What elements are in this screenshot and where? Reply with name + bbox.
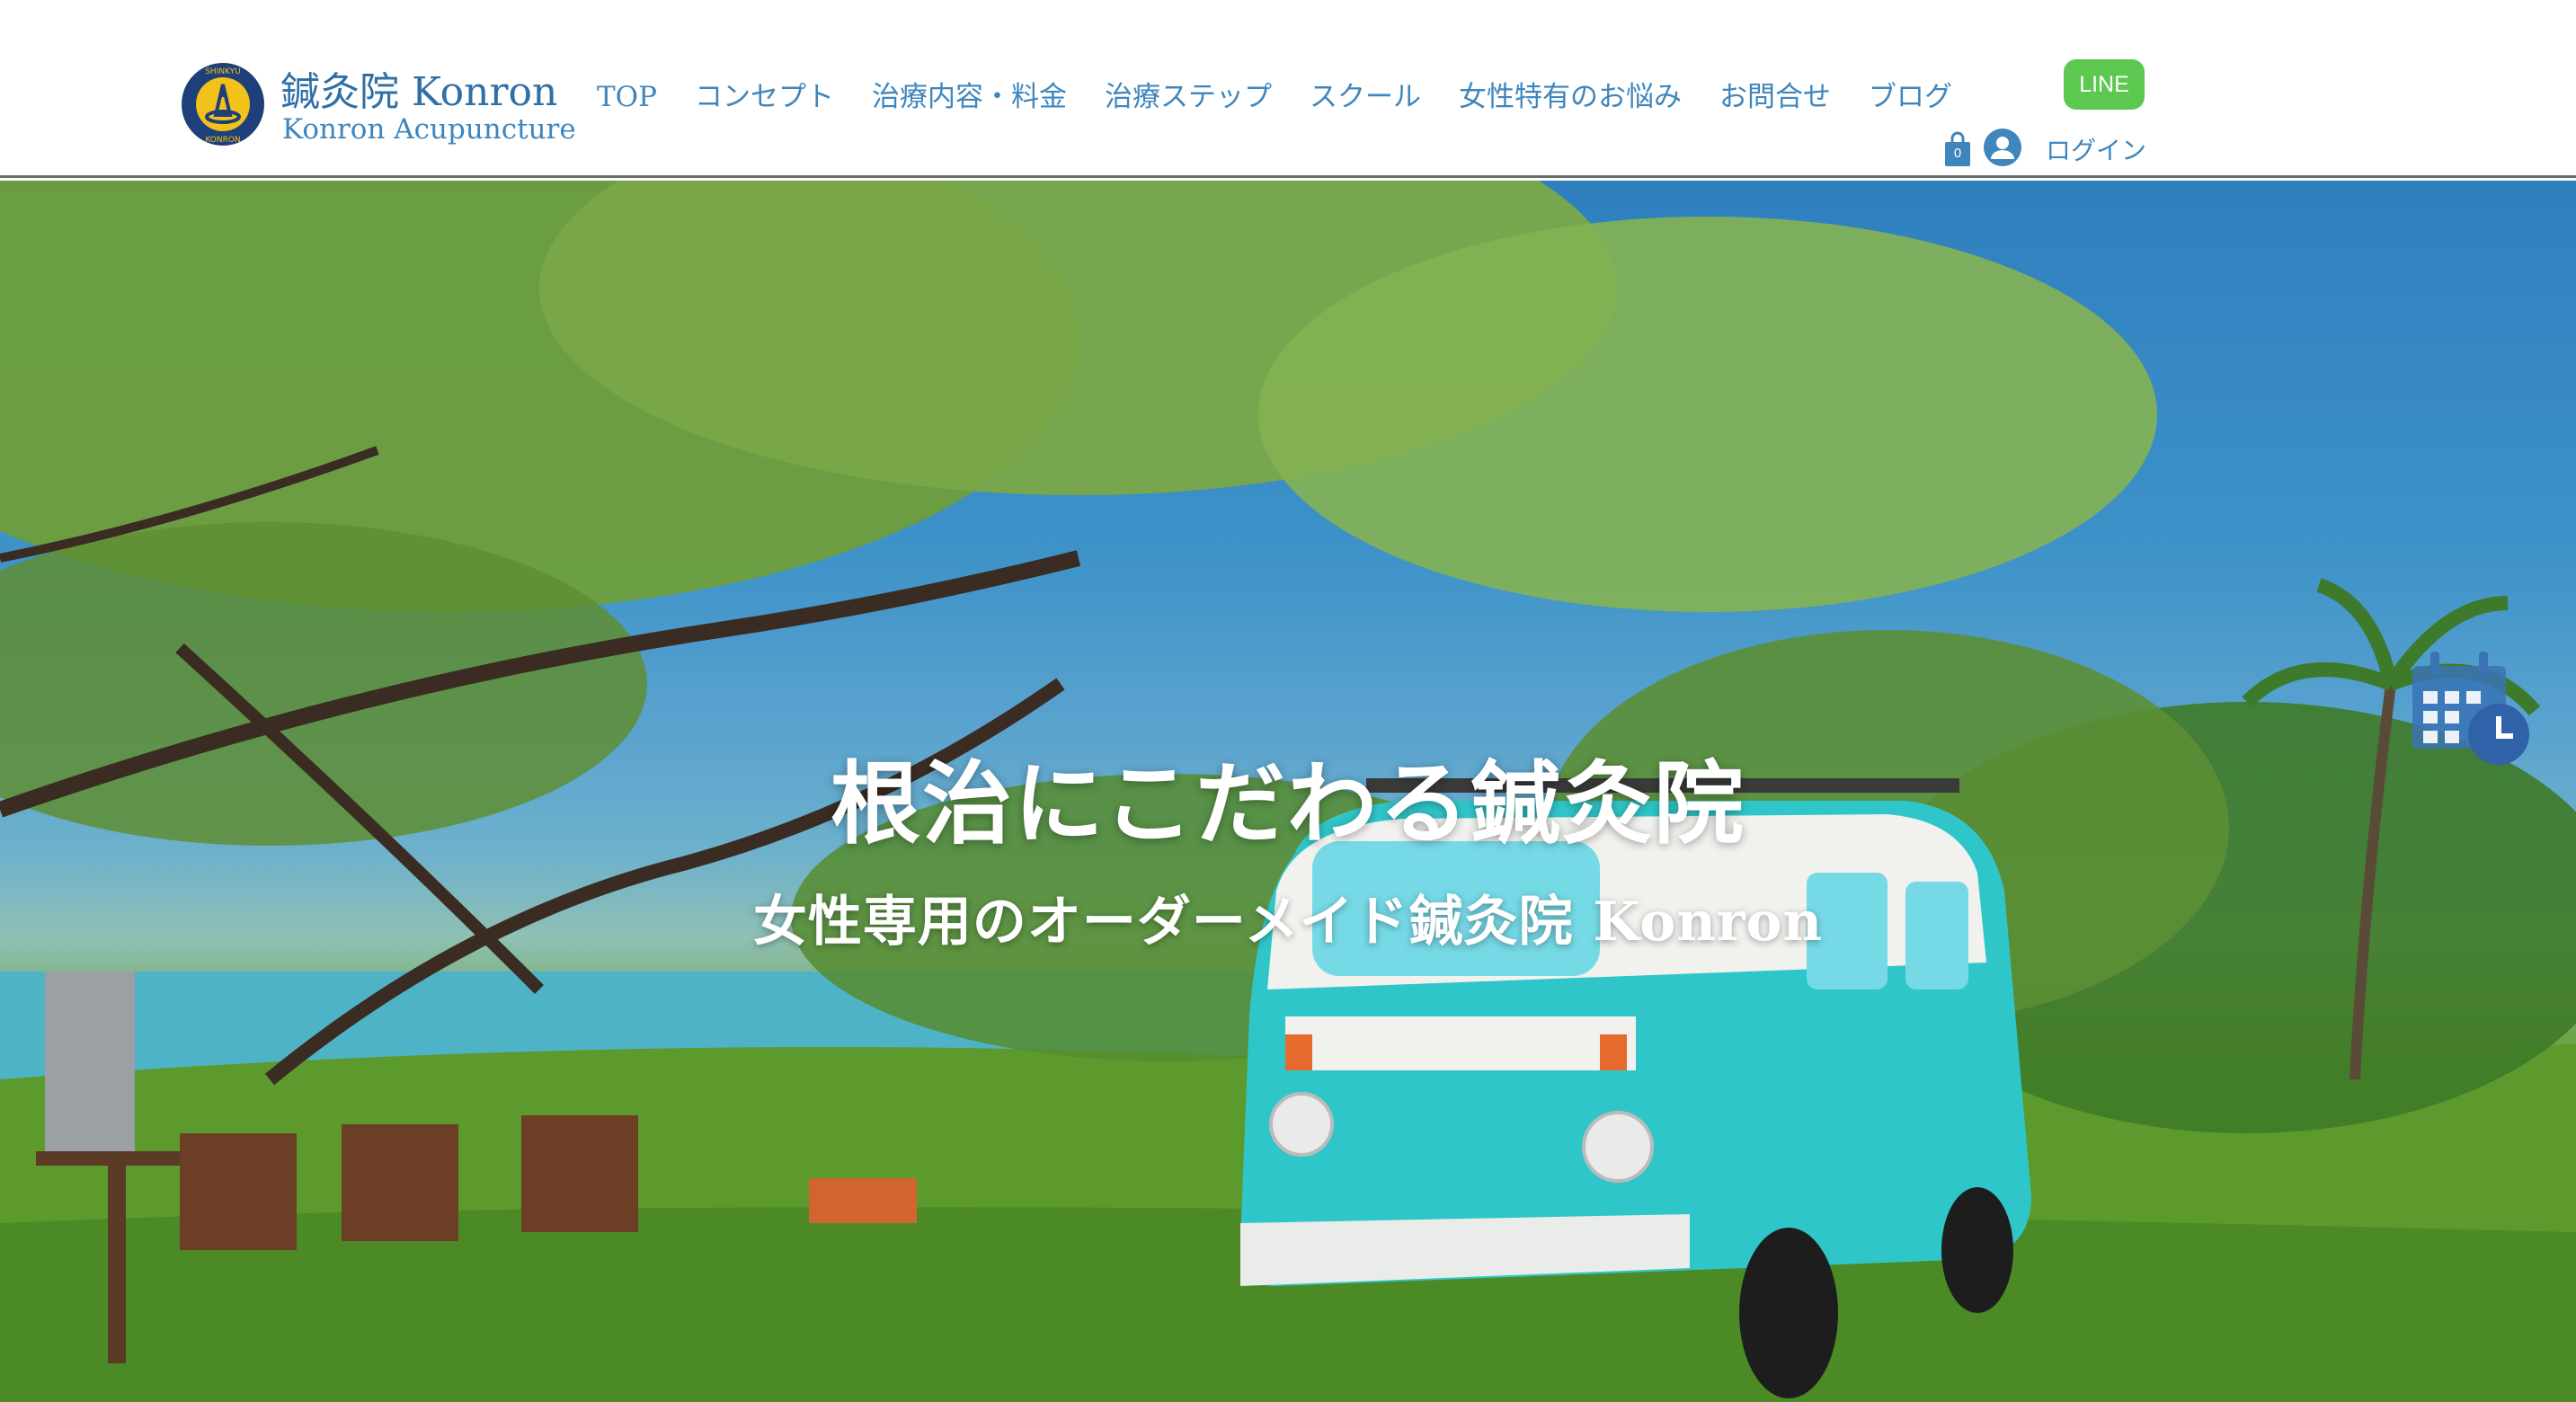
nav-item-top[interactable]: TOP bbox=[597, 79, 676, 115]
nav-item-womens-concerns[interactable]: 女性特有のお悩み bbox=[1440, 79, 1701, 115]
nav-item-treatment-pricing[interactable]: 治療内容・料金 bbox=[853, 79, 1086, 115]
nav-item-blog[interactable]: ブログ bbox=[1850, 79, 1971, 115]
nav-item-treatment-steps[interactable]: 治療ステップ bbox=[1086, 79, 1291, 115]
cart-count: 0 bbox=[1953, 146, 1962, 161]
site-header: SHINKYU KONRON 鍼灸院 Konron Konron Acupunc… bbox=[0, 0, 2576, 178]
logo-ring-bottom: KONRON bbox=[205, 136, 240, 145]
login-link[interactable]: ログイン bbox=[2046, 131, 2146, 167]
user-avatar-icon[interactable] bbox=[1983, 128, 2022, 167]
brand-subtitle[interactable]: Konron Acupuncture bbox=[282, 113, 576, 146]
hero-title: 根治にこだわる鍼灸院 bbox=[831, 750, 1745, 856]
brand-title[interactable]: 鍼灸院 Konron bbox=[280, 59, 557, 117]
nav-item-school[interactable]: スクール bbox=[1291, 79, 1440, 115]
konron-logo-icon[interactable]: SHINKYU KONRON bbox=[180, 61, 266, 147]
main-nav: TOP コンセプト 治療内容・料金 治療ステップ スクール 女性特有のお悩み お… bbox=[597, 79, 1971, 115]
line-button[interactable]: LINE bbox=[2064, 59, 2145, 110]
logo-ring-top: SHINKYU bbox=[205, 67, 241, 76]
calendar-clock-icon[interactable] bbox=[2409, 648, 2535, 767]
hero-subtitle: 女性専用のオーダーメイド鍼灸院 Konron bbox=[752, 891, 1824, 954]
nav-item-concept[interactable]: コンセプト bbox=[676, 79, 853, 115]
nav-item-contact[interactable]: お問合せ bbox=[1701, 79, 1850, 115]
hero-section: 根治にこだわる鍼灸院 女性専用のオーダーメイド鍼灸院 Konron bbox=[0, 181, 2576, 1402]
